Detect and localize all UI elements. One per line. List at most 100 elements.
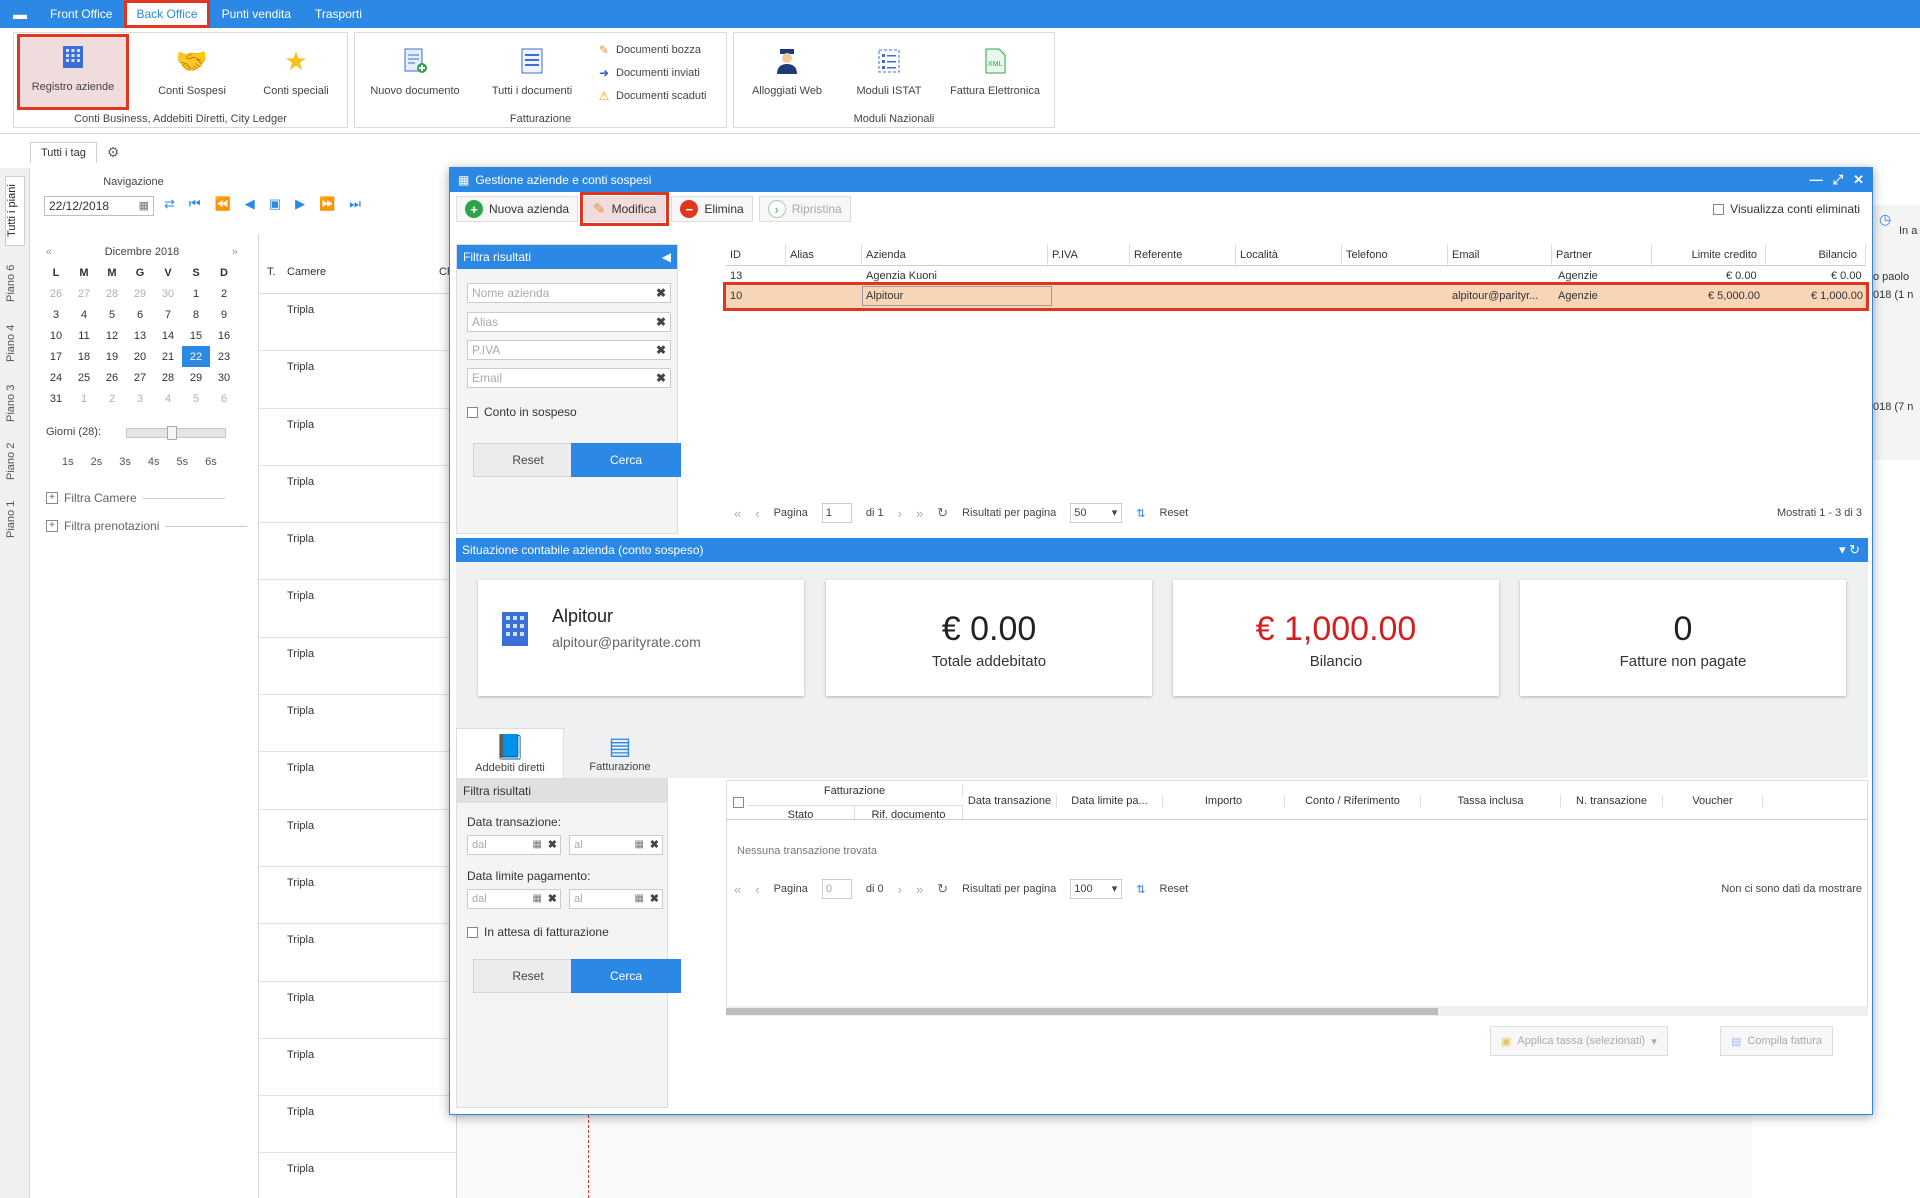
tab-piano-4[interactable]: Piano 4 (5, 318, 25, 368)
select-all-checkbox[interactable] (733, 797, 744, 808)
room-row[interactable]: Tripla (259, 466, 456, 524)
calendar-day[interactable]: 17 (42, 346, 70, 367)
close-icon[interactable]: ✕ (1853, 172, 1864, 188)
swap-icon[interactable]: ⇄ (164, 196, 175, 212)
room-row[interactable]: Tripla (259, 523, 456, 581)
week-step-button[interactable]: 5s (177, 456, 189, 468)
prev-icon[interactable]: ◀ (245, 196, 255, 212)
clear-icon[interactable]: ✖ (656, 284, 666, 302)
documenti-scaduti-button[interactable]: ⚠ Documenti scaduti (597, 89, 707, 103)
today-icon[interactable]: ▣ (269, 196, 281, 212)
calendar-day[interactable]: 21 (154, 346, 182, 367)
fattura-elettronica-button[interactable]: XML Fattura Elettronica (940, 39, 1050, 97)
company-name-input[interactable]: Nome azienda ✖ (467, 283, 671, 303)
column-header[interactable]: Telefono (1342, 244, 1448, 266)
column-header[interactable]: Conto / Riferimento (1285, 795, 1421, 807)
calendar-day[interactable]: 10 (42, 325, 70, 346)
last-page-icon[interactable]: » (916, 506, 923, 521)
pager-reset-button[interactable]: Reset (1159, 883, 1188, 895)
sort-reset-icon[interactable]: ⇅ (1136, 507, 1145, 520)
calendar-day[interactable]: 29 (126, 283, 154, 304)
calendar-day[interactable]: 4 (70, 304, 98, 325)
prev-page-icon[interactable]: ‹ (755, 506, 759, 521)
dialog-titlebar[interactable]: ▦ Gestione aziende e conti sospesi — ⤢ ✕ (450, 168, 1872, 192)
room-row[interactable]: Tripla (259, 810, 456, 867)
column-header[interactable]: Data transazione (963, 795, 1057, 807)
edit-button[interactable]: ✎ Modifica (580, 192, 670, 226)
first-page-icon[interactable]: « (734, 882, 741, 897)
calendar-day[interactable]: 3 (126, 388, 154, 409)
maximize-icon[interactable]: ⤢ (1833, 172, 1843, 188)
calendar-day[interactable]: 29 (182, 367, 210, 388)
apply-tax-button[interactable]: ▣ Applica tassa (selezionati) ▾ (1490, 1026, 1668, 1056)
calendar-day[interactable]: 1 (182, 283, 210, 304)
calendar-day[interactable]: 20 (126, 346, 154, 367)
calendar-day[interactable]: 8 (182, 304, 210, 325)
filtra-camere-toggle[interactable]: + Filtra Camere (46, 491, 225, 505)
prev-page-icon[interactable]: ‹ (755, 882, 759, 897)
column-header[interactable]: Referente (1130, 244, 1236, 266)
menu-back-office[interactable]: Back Office (124, 0, 210, 28)
column-header[interactable]: P.IVA (1048, 244, 1130, 266)
calendar-day[interactable]: 9 (210, 304, 238, 325)
table-row-selected[interactable]: 10 Alpitour alpitour@parityr... Agenzie … (723, 282, 1869, 311)
calendar-icon[interactable]: ▦ (635, 890, 644, 908)
compile-invoice-button[interactable]: ▤ Compila fattura (1720, 1026, 1833, 1056)
minimize-icon[interactable]: — (1810, 172, 1823, 188)
calendar-icon[interactable]: ▦ (533, 890, 542, 908)
menu-front-office[interactable]: Front Office (40, 2, 122, 26)
alias-input[interactable]: Alias ✖ (467, 312, 671, 332)
calendar-day[interactable]: 2 (98, 388, 126, 409)
pending-invoice-checkbox[interactable]: In attesa di fatturazione (467, 925, 609, 939)
calendar-day[interactable]: 26 (42, 283, 70, 304)
week-step-button[interactable]: 2s (91, 456, 103, 468)
calendar-prev-icon[interactable]: « (46, 246, 52, 258)
gear-icon[interactable]: ⚙ (107, 144, 120, 161)
calendar-next-icon[interactable]: » (232, 246, 238, 258)
column-header[interactable]: Importo (1163, 795, 1285, 807)
fast-forward-icon[interactable]: ⏩ (319, 196, 335, 212)
room-row[interactable]: Tripla (259, 580, 456, 638)
tab-fatturazione[interactable]: ▤ Fatturazione (566, 728, 674, 778)
refresh-icon[interactable]: ↻ (937, 881, 948, 897)
documenti-bozza-button[interactable]: ✎ Documenti bozza (597, 43, 701, 57)
per-page-select[interactable]: 50 (1070, 503, 1123, 523)
calendar-day[interactable]: 25 (70, 367, 98, 388)
calendar-day[interactable]: 27 (70, 283, 98, 304)
calendar-day[interactable]: 22 (182, 346, 210, 367)
first-icon[interactable]: ⏮ (189, 196, 201, 212)
delete-button[interactable]: − Elimina (671, 196, 753, 222)
room-row[interactable]: Tripla (259, 294, 456, 352)
date-limit-to-input[interactable]: al ▦ ✖ (569, 889, 663, 909)
tab-addebiti-diretti[interactable]: 📘 Addebiti diretti (456, 728, 564, 778)
calendar-day[interactable]: 5 (182, 388, 210, 409)
last-icon[interactable]: ⏭ (349, 196, 361, 212)
week-step-button[interactable]: 6s (205, 456, 217, 468)
calendar-day[interactable]: 30 (210, 367, 238, 388)
slider-handle[interactable] (167, 426, 177, 440)
conti-speciali-button[interactable]: ★ Conti speciali (246, 39, 346, 98)
calendar-day[interactable]: 23 (210, 346, 238, 367)
column-header[interactable]: Limite credito (1652, 244, 1766, 266)
menu-punti-vendita[interactable]: Punti vendita (212, 2, 301, 26)
week-step-button[interactable]: 3s (119, 456, 131, 468)
calendar-day[interactable]: 28 (154, 367, 182, 388)
week-step-button[interactable]: 4s (148, 456, 160, 468)
filter2-reset-button[interactable]: Reset (473, 959, 583, 993)
calendar-day[interactable]: 28 (98, 283, 126, 304)
collapse-left-icon[interactable]: ◀ (662, 245, 671, 269)
column-header[interactable]: Email (1448, 244, 1552, 266)
calendar-day[interactable]: 27 (126, 367, 154, 388)
calendar-day[interactable]: 7 (154, 304, 182, 325)
calendar-icon[interactable]: ▦ (533, 836, 542, 854)
room-row[interactable]: Tripla (259, 1096, 456, 1154)
room-row[interactable]: Tripla (259, 752, 456, 810)
clear-icon[interactable]: ✖ (656, 313, 666, 331)
clear-icon[interactable]: ✖ (650, 890, 659, 908)
documenti-inviati-button[interactable]: ➜ Documenti inviati (597, 66, 700, 80)
room-row[interactable]: Tripla (259, 867, 456, 925)
calendar-day[interactable]: 11 (70, 325, 98, 346)
filter2-search-button[interactable]: Cerca (571, 959, 681, 993)
sort-reset-icon[interactable]: ⇅ (1136, 883, 1145, 896)
room-row[interactable]: Tripla (259, 982, 456, 1039)
